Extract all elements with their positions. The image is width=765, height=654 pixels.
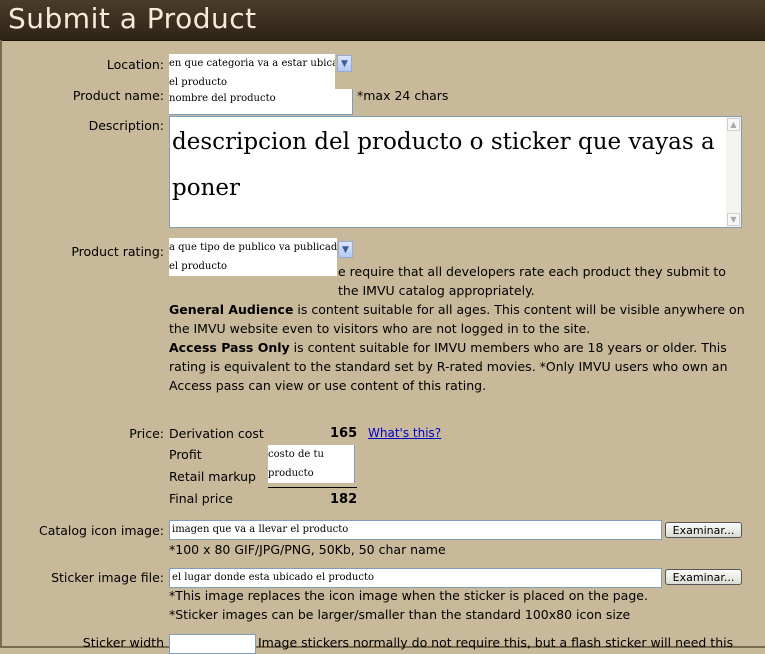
final-price-label: Final price	[169, 491, 233, 506]
rating-access-heading: Access Pass Only	[169, 340, 290, 355]
rating-value-line2: el producto	[169, 261, 227, 272]
sticker-width-input[interactable]	[169, 634, 256, 654]
final-price-value: 182	[330, 492, 358, 507]
profit-value-line2: producto	[268, 468, 314, 479]
product-name-value: nombre del producto	[169, 93, 276, 104]
sticker-image-hint1: *This image replaces the icon image when…	[169, 588, 648, 603]
scroll-down-icon[interactable]: ▼	[727, 213, 740, 226]
rating-general-heading: General Audience	[169, 302, 294, 317]
catalog-icon-hint: *100 x 80 GIF/JPG/PNG, 50Kb, 50 char nam…	[169, 542, 446, 557]
description-textarea[interactable]: descripcion del producto o sticker que v…	[169, 116, 742, 228]
location-select[interactable]: en que categoria va a estar ubicado el p…	[169, 54, 335, 92]
profit-value-line1: costo de tu	[268, 449, 324, 460]
rating-select[interactable]: a que tipo de publico va publicado el pr…	[169, 238, 337, 276]
sticker-image-input[interactable]: el lugar donde esta ubicado el producto	[169, 568, 662, 588]
rating-dropdown-icon[interactable]: ▼	[338, 241, 353, 258]
sticker-image-label: Sticker image file:	[51, 570, 164, 585]
total-divider	[268, 487, 357, 488]
profit-label: Profit	[169, 447, 202, 462]
derivation-cost-label: Derivation cost	[169, 426, 264, 441]
catalog-icon-label: Catalog icon image:	[38, 523, 164, 538]
catalog-icon-input[interactable]: imagen que va a llevar el producto	[169, 520, 662, 540]
sticker-image-value: el lugar donde esta ubicado el producto	[172, 572, 375, 583]
price-label: Price:	[129, 426, 164, 441]
whats-this-link[interactable]: What's this?	[368, 426, 441, 440]
location-label: Location:	[106, 57, 164, 72]
description-label: Description:	[88, 118, 164, 133]
catalog-icon-value: imagen que va a llevar el producto	[172, 524, 349, 535]
product-name-hint: *max 24 chars	[357, 88, 449, 103]
sticker-width-hint: Image stickers normally do not require t…	[258, 635, 734, 650]
location-dropdown-icon[interactable]: ▼	[337, 55, 352, 72]
product-name-label: Product name:	[72, 88, 164, 103]
page-title: Submit a Product	[8, 2, 257, 35]
location-value-line1: en que categoria va a estar ubicado	[169, 58, 335, 69]
rating-description: e require that all developers rate each …	[169, 262, 749, 395]
description-scrollbar[interactable]: ▲ ▼	[726, 117, 741, 227]
product-name-input[interactable]: nombre del producto	[169, 89, 353, 115]
profit-input[interactable]: costo de tu producto	[268, 445, 355, 483]
rating-general: General Audience is content suitable for…	[169, 300, 749, 338]
sticker-image-browse-button[interactable]: Examinar...	[665, 569, 742, 585]
title-bar: Submit a Product	[0, 0, 765, 41]
derivation-cost-value: 165	[330, 426, 358, 441]
description-value: descripcion del producto o sticker que v…	[172, 129, 715, 201]
rating-value-line1: a que tipo de publico va publicado	[169, 242, 337, 253]
sticker-width-label: Sticker width	[82, 635, 164, 650]
rating-access: Access Pass Only is content suitable for…	[169, 338, 749, 395]
sticker-image-hint2: *Sticker images can be larger/smaller th…	[169, 607, 631, 622]
retail-markup-label: Retail markup	[169, 469, 256, 484]
scroll-up-icon[interactable]: ▲	[727, 118, 740, 131]
rating-label: Product rating:	[71, 244, 164, 259]
catalog-icon-browse-button[interactable]: Examinar...	[665, 522, 742, 538]
